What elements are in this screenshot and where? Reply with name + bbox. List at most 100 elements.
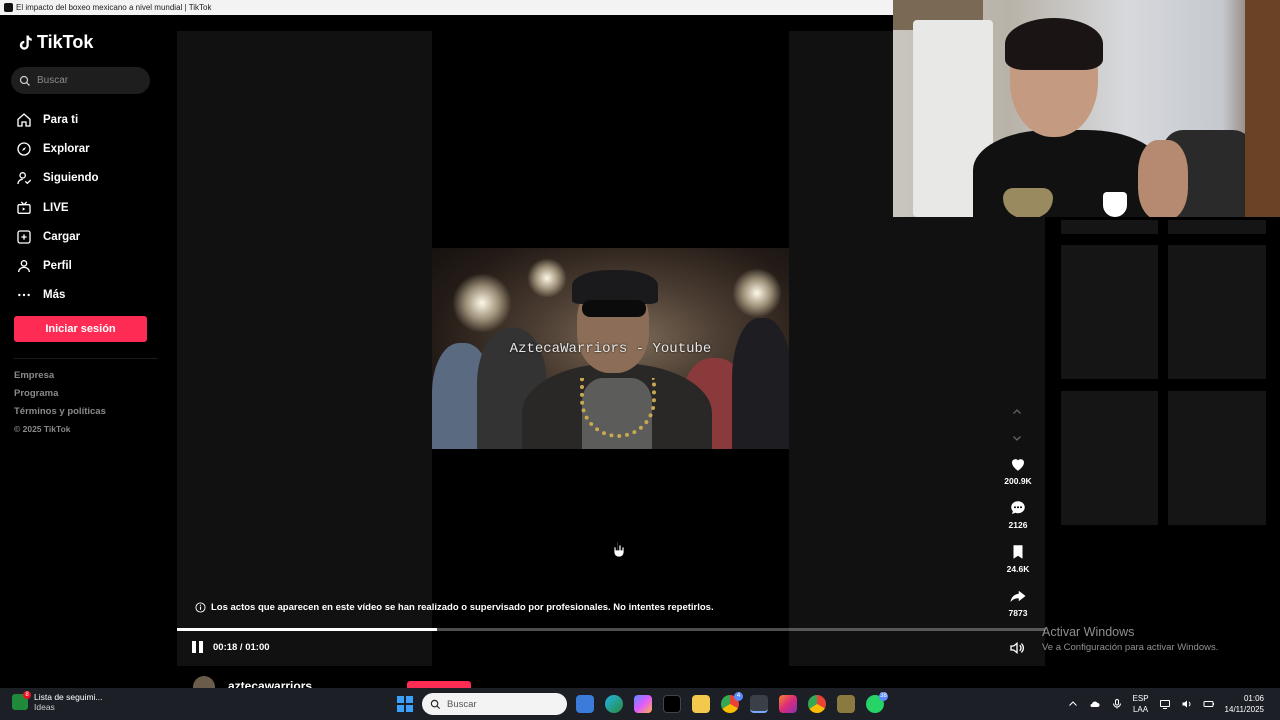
window-title: El impacto del boxeo mexicano a nivel mu… xyxy=(16,3,212,12)
like-count: 200.9K xyxy=(1004,476,1032,486)
next-video-button[interactable] xyxy=(1008,425,1026,451)
active-app-icon[interactable] xyxy=(750,695,768,713)
cloud-icon[interactable] xyxy=(1089,698,1101,710)
disclaimer-text: Los actos que aparecen en este vídeo se … xyxy=(211,602,714,613)
video-watermark: AztecaWarriors - Youtube xyxy=(509,341,712,357)
compass-icon xyxy=(17,142,31,156)
team-crest xyxy=(1103,192,1127,217)
video-thumbnail[interactable] xyxy=(1168,391,1266,525)
save-button[interactable]: 24.6K xyxy=(997,543,1039,587)
nav-item-live[interactable]: LIVE xyxy=(16,193,99,222)
task-view-icon[interactable] xyxy=(576,695,594,713)
login-button[interactable]: Iniciar sesión xyxy=(14,316,147,342)
player-controls: 00:18 / 01:00 xyxy=(192,641,270,653)
clock-time: 01:06 xyxy=(1243,694,1264,703)
author-avatar[interactable] xyxy=(193,676,215,688)
chrome-icon[interactable]: 4 xyxy=(721,692,743,713)
video-column: AztecaWarriors - Youtube xyxy=(432,31,789,666)
instagram-icon[interactable] xyxy=(779,695,797,713)
search-icon xyxy=(430,699,441,709)
upload-plus-icon xyxy=(17,230,31,244)
windows-logo-pane xyxy=(397,696,404,703)
hand-cursor-icon xyxy=(613,541,625,557)
taskbar-search[interactable] xyxy=(422,693,567,715)
nav-item-perfil[interactable]: Perfil xyxy=(16,251,99,280)
comment-count: 2126 xyxy=(1008,520,1028,530)
whatsapp-badge: 38 xyxy=(879,692,888,701)
video-thumbnail[interactable] xyxy=(1061,391,1158,525)
whatsapp-icon[interactable]: 38 xyxy=(866,692,888,713)
chrome-profile-icon[interactable] xyxy=(808,695,826,713)
battery-icon[interactable] xyxy=(1203,698,1215,710)
microphone-icon[interactable] xyxy=(1111,698,1123,710)
nav-item-para-ti[interactable]: Para ti xyxy=(16,105,99,134)
activate-windows-title: Activar Windows xyxy=(1042,625,1135,639)
language-indicator[interactable]: ESP LAA xyxy=(1133,693,1149,715)
taskbar-search-input[interactable] xyxy=(447,698,557,710)
stocks-widget-icon: 8 xyxy=(12,691,31,710)
follow-button[interactable] xyxy=(407,681,471,688)
pause-button[interactable] xyxy=(192,641,204,653)
nav-item-mas[interactable]: Más xyxy=(16,281,99,310)
video-thumbnail[interactable] xyxy=(1061,220,1158,234)
webcam-overlay xyxy=(893,0,1280,217)
copilot-icon[interactable] xyxy=(634,695,652,713)
share-button[interactable]: 7873 xyxy=(997,587,1039,631)
search-input[interactable] xyxy=(37,75,137,86)
clock-date: 14/11/2025 xyxy=(1224,705,1264,714)
crowd-person xyxy=(732,318,789,449)
video-thumbnail[interactable] xyxy=(1168,245,1266,379)
heart-icon xyxy=(1012,459,1024,471)
widget-badge: 8 xyxy=(23,691,31,699)
footer-link-empresa[interactable]: Empresa xyxy=(14,369,106,387)
widget-subtitle: Ideas xyxy=(34,702,55,712)
wooden-door xyxy=(1245,0,1280,217)
game-app-icon[interactable] xyxy=(837,695,855,713)
nav-item-explorar[interactable]: Explorar xyxy=(16,134,99,163)
live-tv-icon xyxy=(17,201,31,214)
volume-icon[interactable] xyxy=(1009,640,1025,656)
home-icon xyxy=(17,112,31,127)
taskbar-widget[interactable]: 8 Lista de seguimi... Ideas xyxy=(12,691,103,712)
subject-cap xyxy=(572,270,658,304)
info-icon xyxy=(195,602,206,613)
widget-title: Lista de seguimi... xyxy=(34,692,103,702)
search-box[interactable] xyxy=(11,67,150,94)
window-titlebar: El impacto del boxeo mexicano a nivel mu… xyxy=(0,0,893,15)
nav-item-cargar[interactable]: Cargar xyxy=(16,222,99,251)
action-bar: 200.9K 2126 24.6K 7873 xyxy=(997,455,1039,631)
comment-button[interactable]: 2126 xyxy=(997,499,1039,543)
windows-logo-pane xyxy=(406,696,413,703)
footer-link-programa[interactable]: Programa xyxy=(14,387,106,405)
nav-label: Perfil xyxy=(43,260,72,273)
more-dots-icon xyxy=(18,294,30,297)
like-button[interactable]: 200.9K xyxy=(997,455,1039,499)
logo-text: TikTok xyxy=(37,32,94,52)
tiktok-logo-icon xyxy=(19,35,32,50)
tiktok-app-icon[interactable] xyxy=(663,695,681,713)
windows-start-icon[interactable] xyxy=(397,696,413,712)
video-thumbnail[interactable] xyxy=(1168,220,1266,234)
author-name[interactable]: aztecawarriors xyxy=(228,679,312,688)
tiktok-logo[interactable]: TikTok xyxy=(16,32,93,53)
nav-label: LIVE xyxy=(43,201,69,214)
edge-browser-icon[interactable] xyxy=(605,695,623,713)
comment-icon xyxy=(1011,501,1025,514)
video-thumbnail[interactable] xyxy=(1061,245,1158,379)
nav-label: Siguiendo xyxy=(43,172,99,185)
sidebar-divider xyxy=(14,358,158,359)
progress-bar[interactable] xyxy=(177,628,1045,631)
network-icon[interactable] xyxy=(1159,698,1171,710)
chevron-up-icon[interactable] xyxy=(1067,698,1079,710)
speaker-icon[interactable] xyxy=(1181,698,1193,710)
taskbar-clock[interactable]: 01:06 14/11/2025 xyxy=(1225,693,1264,715)
file-explorer-icon[interactable] xyxy=(692,695,710,713)
previous-video-button[interactable] xyxy=(1008,399,1026,425)
video-frame[interactable]: AztecaWarriors - Youtube xyxy=(432,248,789,449)
chevron-up-icon xyxy=(1013,409,1021,414)
footer-link-terminos[interactable]: Términos y políticas xyxy=(14,405,106,423)
nav-item-siguiendo[interactable]: Siguiendo xyxy=(16,164,99,193)
activate-windows-subtitle: Ve a Configuración para activar Windows. xyxy=(1042,642,1219,653)
windows-taskbar: 8 Lista de seguimi... Ideas 4 38 xyxy=(0,688,1280,720)
chrome-badge: 4 xyxy=(734,692,743,701)
